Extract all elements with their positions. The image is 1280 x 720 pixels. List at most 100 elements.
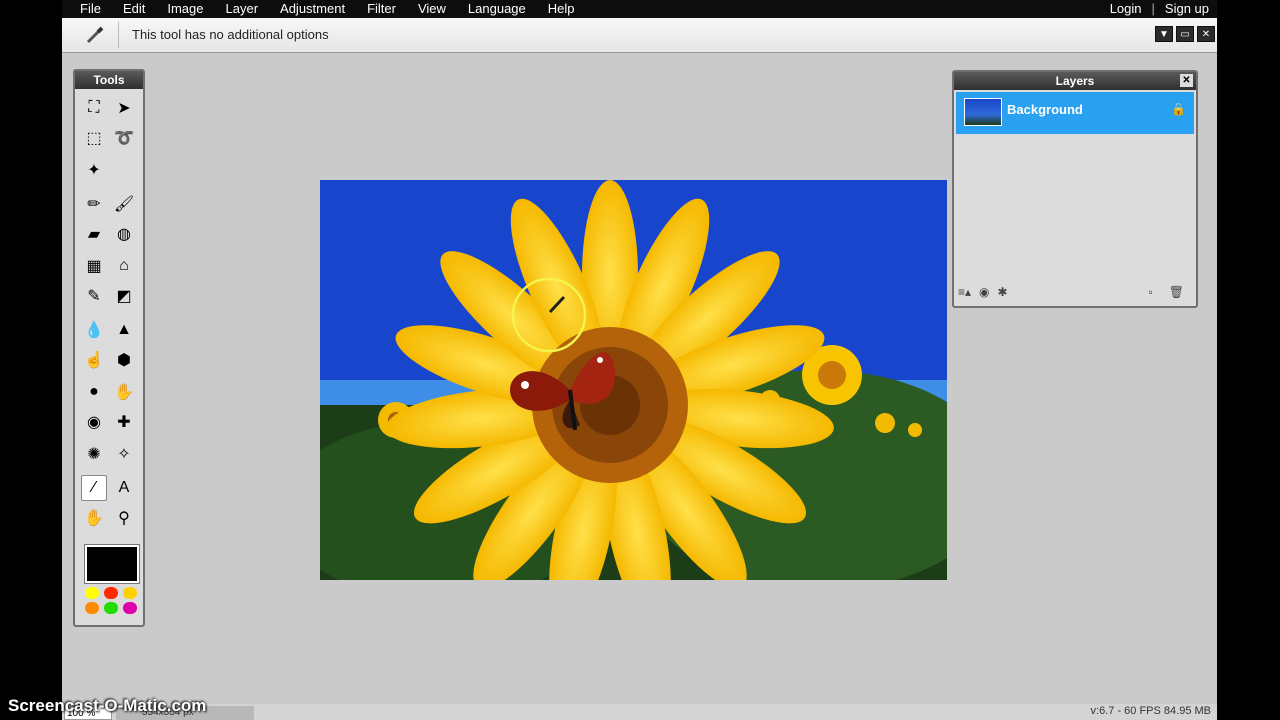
red-eye-icon: ◉ bbox=[87, 414, 101, 431]
clone-stamp-icon: ⌂ bbox=[119, 257, 129, 274]
color-swatch[interactable] bbox=[104, 602, 118, 614]
color-picker-icon: ⁄ bbox=[92, 479, 96, 496]
maximize-button[interactable]: ▭ bbox=[1176, 26, 1194, 42]
spot-heal-tool[interactable]: ✚ bbox=[111, 409, 137, 435]
eraser-icon: ▰ bbox=[87, 226, 101, 243]
menu-filter[interactable]: Filter bbox=[367, 1, 396, 16]
lock-icon[interactable]: 🔒 bbox=[1171, 102, 1186, 116]
hand-tool[interactable]: ✋ bbox=[81, 505, 107, 531]
layers-close-icon[interactable]: ✕ bbox=[1180, 74, 1193, 87]
dodge-tool[interactable]: ● bbox=[81, 379, 107, 405]
trash-icon[interactable]: 🗑 bbox=[1169, 285, 1184, 299]
tools-panel: Tools ⛶ ➤ ⬚ ➰ ✦ ✏ 🖌 ▰ ◍ ▦ ⌂ ✎ ◩ 💧 ▲ ☝ ⬢ ● ✋ ◉ ✚ ✺ ✧ ⁄ A ✋ ⚲ bbox=[73, 69, 145, 627]
tools-panel-title[interactable]: Tools bbox=[75, 71, 143, 89]
menu-adjustment[interactable]: Adjustment bbox=[280, 1, 345, 16]
marquee-icon: ⬚ bbox=[86, 130, 102, 147]
sunflower-butterfly-photo bbox=[320, 180, 947, 580]
magic-wand-icon: ✦ bbox=[87, 162, 101, 179]
bucket-tool[interactable]: ◍ bbox=[111, 221, 137, 247]
brush-icon: 🖌 bbox=[113, 196, 135, 213]
type-icon: A bbox=[118, 479, 130, 496]
menu-language[interactable]: Language bbox=[468, 1, 526, 16]
zoom-tool[interactable]: ⚲ bbox=[111, 505, 137, 531]
pinch-tool[interactable]: ✧ bbox=[111, 441, 137, 467]
hand-icon: ✋ bbox=[84, 510, 104, 527]
menu-image[interactable]: Image bbox=[167, 1, 203, 16]
layer-options-icon[interactable]: ≡▴ bbox=[958, 285, 971, 299]
pinch-icon: ✧ bbox=[117, 446, 131, 463]
gradient-tool[interactable]: ▦ bbox=[81, 253, 107, 279]
login-link[interactable]: Login bbox=[1110, 1, 1142, 16]
minimize-button[interactable]: ▼ bbox=[1155, 26, 1173, 42]
layers-footer: ≡▴ ◉ ✱ ▫ 🗑 bbox=[958, 282, 1192, 302]
color-swatch[interactable] bbox=[85, 602, 99, 614]
window-controls: ▼ ▭ ✕ bbox=[1155, 26, 1215, 42]
spot-heal-icon: ✚ bbox=[117, 414, 131, 431]
color-picker-icon bbox=[86, 26, 104, 44]
crop-tool[interactable]: ⛶ bbox=[81, 95, 107, 121]
menu-list: File Edit Image Layer Adjustment Filter View La… bbox=[80, 1, 597, 16]
zoom-icon: ⚲ bbox=[118, 510, 130, 527]
gradient-icon: ▦ bbox=[86, 258, 102, 275]
menu-layer[interactable]: Layer bbox=[226, 1, 259, 16]
burn-icon: ✋ bbox=[114, 384, 134, 401]
close-button[interactable]: ✕ bbox=[1197, 26, 1215, 42]
draw-shape-icon: ◩ bbox=[116, 288, 132, 305]
blur-icon: 💧 bbox=[84, 322, 104, 339]
image-canvas[interactable] bbox=[320, 180, 947, 580]
sponge-icon: ⬢ bbox=[117, 352, 131, 369]
clone-stamp-tool[interactable]: ⌂ bbox=[111, 253, 137, 279]
magic-wand-tool[interactable]: ✦ bbox=[81, 157, 107, 183]
smudge-tool[interactable]: ☝ bbox=[81, 347, 107, 373]
sharpen-icon: ▲ bbox=[116, 321, 132, 338]
sponge-tool[interactable]: ⬢ bbox=[111, 347, 137, 373]
layers-title-label: Layers bbox=[1055, 74, 1095, 88]
color-picker-tool[interactable]: ⁄ bbox=[81, 475, 107, 501]
performance-readout: v:6.7 - 60 FPS 84.95 MB bbox=[1090, 705, 1211, 717]
red-eye-tool[interactable]: ◉ bbox=[81, 409, 107, 435]
brush-tool[interactable]: 🖌 bbox=[111, 191, 137, 217]
smudge-icon: ☝ bbox=[84, 352, 104, 369]
sharpen-tool[interactable]: ▲ bbox=[111, 317, 137, 343]
layers-panel: Layers ✕ Background 🔒 ≡▴ ◉ ✱ ▫ 🗑 bbox=[952, 70, 1198, 308]
layer-name: Background bbox=[1007, 102, 1083, 117]
status-bar: 100 % 554x354 px v:6.7 - 60 FPS 84.95 MB bbox=[62, 704, 1217, 720]
marquee-tool[interactable]: ⬚ bbox=[81, 125, 107, 151]
layer-mask-icon[interactable]: ◉ bbox=[979, 285, 989, 299]
layers-panel-title[interactable]: Layers ✕ bbox=[954, 72, 1196, 90]
menu-file[interactable]: File bbox=[80, 1, 101, 16]
lasso-tool[interactable]: ➰ bbox=[111, 125, 137, 151]
burn-tool[interactable]: ✋ bbox=[111, 379, 137, 405]
type-tool[interactable]: A bbox=[111, 475, 137, 501]
signup-link[interactable]: Sign up bbox=[1165, 1, 1209, 16]
menu-edit[interactable]: Edit bbox=[123, 1, 145, 16]
move-icon: ➤ bbox=[117, 100, 131, 117]
menu-view[interactable]: View bbox=[418, 1, 446, 16]
crop-icon: ⛶ bbox=[88, 99, 100, 116]
color-replace-tool[interactable]: ✎ bbox=[81, 283, 107, 309]
color-swatch[interactable] bbox=[85, 587, 99, 599]
tool-options-bar: This tool has no additional options ▼ ▭ … bbox=[62, 18, 1217, 53]
menu-help[interactable]: Help bbox=[548, 1, 575, 16]
color-swatches bbox=[85, 587, 139, 614]
dodge-icon: ● bbox=[89, 383, 99, 400]
lasso-icon: ➰ bbox=[114, 130, 134, 147]
layers-footer-right: ▫ 🗑 bbox=[1149, 285, 1193, 299]
color-swatch[interactable] bbox=[123, 602, 137, 614]
draw-shape-tool[interactable]: ◩ bbox=[111, 283, 137, 309]
move-tool[interactable]: ➤ bbox=[111, 95, 137, 121]
color-swatch[interactable] bbox=[123, 587, 137, 599]
primary-color-swatch[interactable] bbox=[84, 544, 140, 584]
layer-row-background[interactable]: Background 🔒 bbox=[956, 92, 1194, 134]
bloat-tool[interactable]: ✺ bbox=[81, 441, 107, 467]
blur-tool[interactable]: 💧 bbox=[81, 317, 107, 343]
pixlr-editor-window: File Edit Image Layer Adjustment Filter View La… bbox=[62, 0, 1217, 720]
color-swatch[interactable] bbox=[104, 587, 118, 599]
layer-styles-icon[interactable]: ✱ bbox=[998, 285, 1008, 299]
pencil-tool[interactable]: ✏ bbox=[81, 191, 107, 217]
eraser-tool[interactable]: ▰ bbox=[81, 221, 107, 247]
bloat-icon: ✺ bbox=[87, 446, 101, 463]
new-layer-icon[interactable]: ▫ bbox=[1149, 285, 1153, 299]
menu-bar: File Edit Image Layer Adjustment Filter View La… bbox=[62, 0, 1217, 18]
options-divider bbox=[118, 22, 119, 48]
